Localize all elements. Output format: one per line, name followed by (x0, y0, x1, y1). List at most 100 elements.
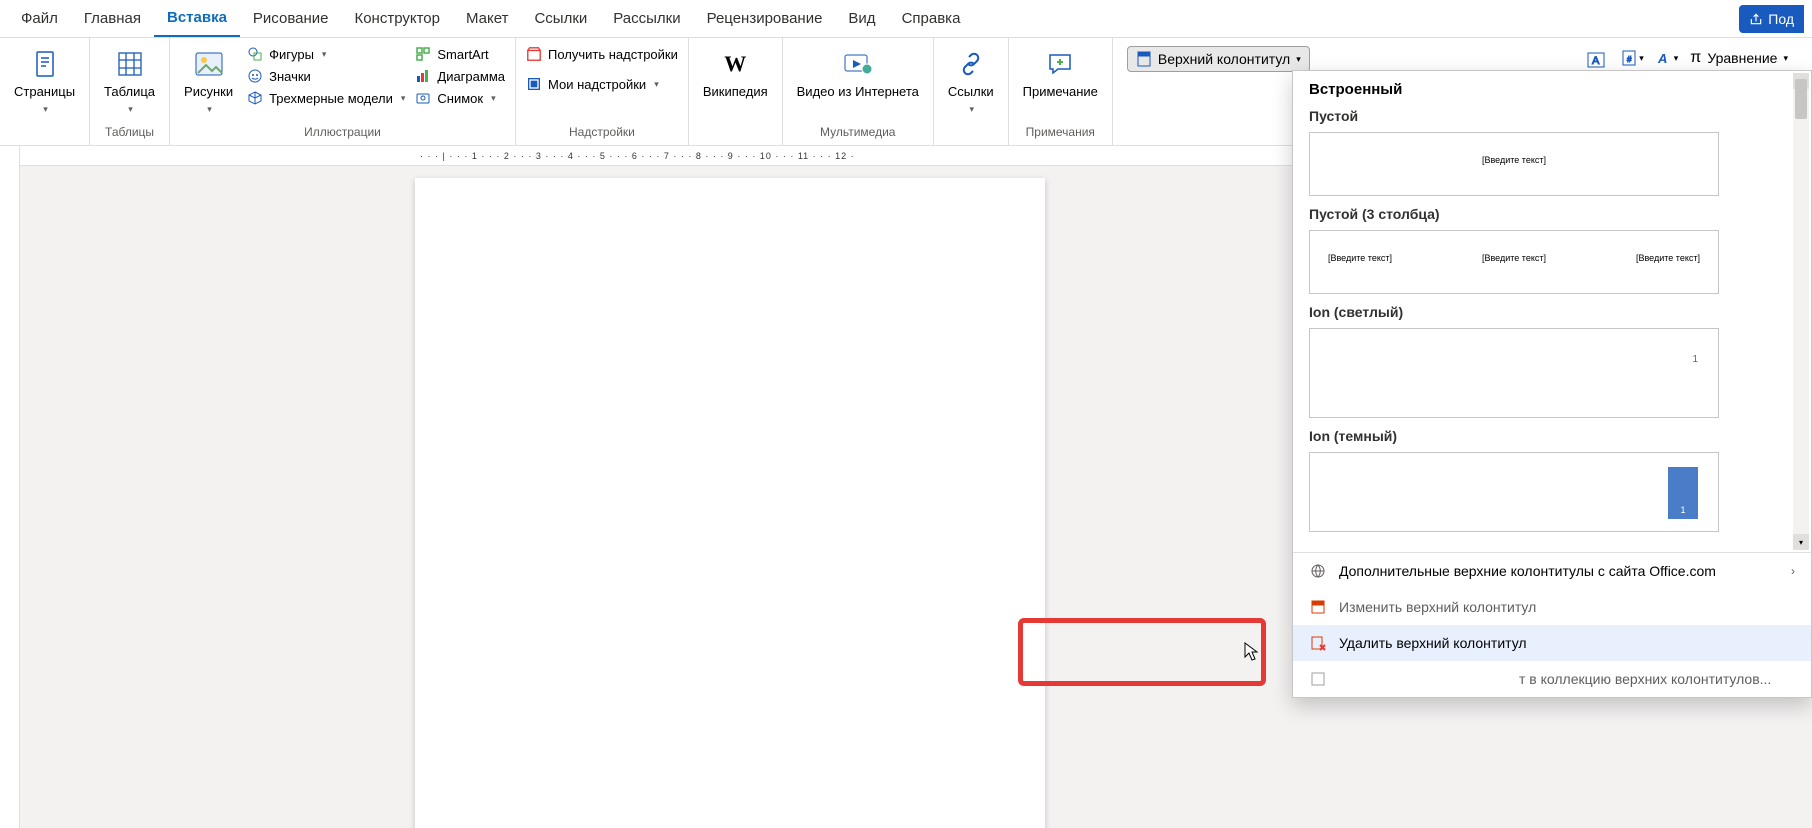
page-number: 1 (1692, 354, 1698, 365)
header-icon (1136, 50, 1152, 68)
group-wikipedia: W Википедия (689, 38, 783, 145)
globe-icon (1309, 562, 1327, 580)
models-button[interactable]: Трехмерные модели (247, 90, 405, 106)
comment-label: Примечание (1023, 84, 1098, 100)
menubar: Файл Главная Вставка Рисование Конструкт… (0, 0, 1812, 38)
vertical-ruler[interactable] (0, 146, 20, 828)
shapes-icon (247, 46, 263, 62)
get-addins-button[interactable]: Получить надстройки (526, 46, 678, 62)
icons-button[interactable]: Значки (247, 68, 405, 84)
icons-icon (247, 68, 263, 84)
preview-blank[interactable]: [Введите текст] (1309, 132, 1719, 196)
tab-home[interactable]: Главная (71, 1, 154, 36)
tab-layout[interactable]: Макет (453, 1, 521, 36)
comment-button[interactable]: Примечание (1019, 46, 1102, 102)
group-links: Ссылки (934, 38, 1009, 145)
placeholder-text: [Введите текст] (1636, 253, 1700, 263)
screenshot-label: Снимок (437, 91, 483, 106)
save-gallery-icon (1309, 670, 1327, 688)
page-icon (29, 48, 61, 80)
document-page[interactable] (415, 178, 1045, 828)
tab-references[interactable]: Ссылки (521, 1, 600, 36)
pictures-icon (193, 48, 225, 80)
save-selection-button[interactable]: xxxxxxxxxxxxxxxxxxxxxxxxт в коллекцию ве… (1293, 661, 1811, 697)
group-comments: Примечание Примечания (1009, 38, 1113, 145)
tab-view[interactable]: Вид (835, 1, 888, 36)
share-label: Под (1768, 11, 1794, 27)
cube-icon (247, 90, 263, 106)
svg-text:A: A (1657, 51, 1667, 66)
edit-header-icon (1309, 598, 1327, 616)
gallery-footer: Дополнительные верхние колонтитулы с сай… (1293, 552, 1811, 697)
equation-label: Уравнение (1707, 50, 1777, 66)
section-blank-3col: Пустой (3 столбца) (1309, 206, 1793, 222)
tab-draw[interactable]: Рисование (240, 1, 342, 36)
smartart-label: SmartArt (437, 47, 488, 62)
placeholder-text: [Введите текст] (1328, 253, 1392, 263)
chart-label: Диаграмма (437, 69, 505, 84)
placeholder-text: [Введите текст] (1482, 253, 1546, 263)
video-icon (842, 48, 874, 80)
online-video-button[interactable]: Видео из Интернета (793, 46, 923, 102)
wikipedia-icon: W (719, 48, 751, 80)
screenshot-icon (415, 90, 431, 106)
links-label: Ссылки (948, 84, 994, 100)
scrollbar-thumb[interactable] (1795, 79, 1807, 119)
models-label: Трехмерные модели (269, 91, 393, 106)
equation-button[interactable]: πУравнение▾ (1686, 46, 1792, 70)
group-label-media: Мультимедиа (793, 125, 923, 141)
remove-header-button[interactable]: Удалить верхний колонтитул (1293, 625, 1811, 661)
group-label-addins: Надстройки (526, 125, 678, 141)
header-dropdown[interactable]: Верхний колонтитул ▾ (1127, 46, 1310, 72)
group-label-comments: Примечания (1019, 125, 1102, 141)
wikipedia-button[interactable]: W Википедия (699, 46, 772, 102)
chart-icon (415, 68, 431, 84)
more-headers-label: Дополнительные верхние колонтитулы с сай… (1339, 563, 1716, 579)
screenshot-button[interactable]: Снимок (415, 90, 505, 106)
tab-help[interactable]: Справка (889, 1, 974, 36)
preview-ion-light[interactable]: 1 (1309, 328, 1719, 418)
gallery-heading: Встроенный (1309, 81, 1793, 98)
gallery-scrollbar[interactable]: ▴ ▾ (1793, 75, 1809, 548)
tab-review[interactable]: Рецензирование (694, 1, 836, 36)
share-icon (1749, 12, 1763, 26)
comment-icon (1044, 48, 1076, 80)
group-tables: Таблица Таблицы (90, 38, 170, 145)
edit-header-button[interactable]: Изменить верхний колонтитул (1293, 589, 1811, 625)
pictures-button[interactable]: Рисунки (180, 46, 237, 117)
shapes-button[interactable]: Фигуры (247, 46, 405, 62)
table-icon (114, 48, 146, 80)
icons-label: Значки (269, 69, 311, 84)
share-button[interactable]: Под (1739, 5, 1804, 33)
video-label: Видео из Интернета (797, 84, 919, 100)
table-label: Таблица (104, 84, 155, 100)
store-icon (526, 46, 542, 62)
pages-label: Страницы (14, 84, 75, 100)
get-addins-label: Получить надстройки (548, 47, 678, 62)
tab-file[interactable]: Файл (8, 1, 71, 36)
edit-header-label: Изменить верхний колонтитул (1339, 599, 1536, 615)
page-number-button[interactable]: #▾ (1617, 46, 1648, 70)
group-label-illustrations: Иллюстрации (180, 125, 505, 141)
page-number-block: 1 (1668, 467, 1698, 519)
link-icon (955, 48, 987, 80)
tab-insert[interactable]: Вставка (154, 0, 240, 37)
tab-design[interactable]: Конструктор (341, 1, 453, 36)
tab-mailings[interactable]: Рассылки (600, 1, 693, 36)
chevron-right-icon: › (1791, 564, 1795, 578)
section-ion-light: Ion (светлый) (1309, 304, 1793, 320)
more-headers-button[interactable]: Дополнительные верхние колонтитулы с сай… (1293, 553, 1811, 589)
pages-button[interactable]: Страницы (10, 46, 79, 117)
chart-button[interactable]: Диаграмма (415, 68, 505, 84)
smartart-button[interactable]: SmartArt (415, 46, 505, 62)
scroll-down-button[interactable]: ▾ (1793, 534, 1809, 550)
my-addins-button[interactable]: Мои надстройки (526, 76, 678, 92)
links-button[interactable]: Ссылки (944, 46, 998, 117)
remove-header-icon (1309, 634, 1327, 652)
preview-ion-dark[interactable]: 1 (1309, 452, 1719, 532)
svg-text:#: # (1627, 55, 1632, 64)
table-button[interactable]: Таблица (100, 46, 159, 117)
save-selection-label: т в коллекцию верхних колонтитулов... (1519, 671, 1771, 687)
preview-blank-3col[interactable]: [Введите текст] [Введите текст] [Введите… (1309, 230, 1719, 294)
wordart-button[interactable]: A▾ (1652, 46, 1683, 70)
